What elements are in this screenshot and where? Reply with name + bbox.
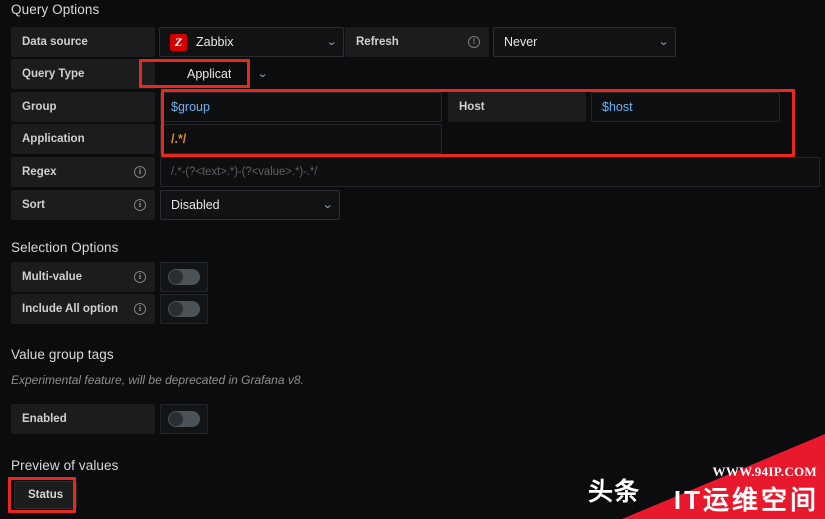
toggle-track	[168, 269, 200, 285]
label-multi-value: Multi-value	[11, 262, 155, 292]
info-icon-regex[interactable]	[134, 166, 146, 178]
multi-value-toggle[interactable]	[160, 262, 208, 292]
row-enabled: Enabled	[11, 404, 208, 434]
row-host: Host $host	[448, 92, 780, 122]
label-sort: Sort	[11, 190, 155, 220]
chevron-down-icon: ⌄	[325, 35, 338, 48]
host-input[interactable]: $host	[591, 92, 780, 122]
label-host: Host	[448, 92, 586, 122]
application-value: /.*/	[171, 132, 187, 146]
value-group-tags-heading: Value group tags	[11, 347, 114, 362]
label-refresh: Refresh	[345, 27, 489, 57]
row-regex: Regex /.*-(?<text>.*)-(?<value>.*)-.*/	[11, 157, 820, 187]
label-application: Application	[11, 124, 155, 154]
row-include-all: Include All option	[11, 294, 208, 324]
value-group-tags-note: Experimental feature, will be deprecated…	[11, 373, 304, 387]
refresh-select[interactable]: Never ⌄	[493, 27, 676, 57]
row-multi-value: Multi-value	[11, 262, 208, 292]
row-application: Application /.*/	[11, 124, 442, 154]
watermark-url: WWW.94IP.COM	[712, 464, 817, 479]
chevron-down-icon: ⌄	[321, 198, 334, 211]
application-input[interactable]: /.*/	[160, 124, 442, 154]
chevron-down-icon: ⌄	[657, 35, 670, 48]
watermark-brand: IT运维空间	[673, 485, 819, 515]
row-refresh: Refresh Never ⌄	[345, 27, 676, 57]
label-data-source: Data source	[11, 27, 155, 57]
sort-value: Disabled	[171, 198, 220, 212]
label-regex: Regex	[11, 157, 155, 187]
toggle-track	[168, 411, 200, 427]
zabbix-logo-icon: Z	[170, 33, 187, 51]
host-value: $host	[602, 100, 633, 114]
label-enabled: Enabled	[11, 404, 155, 434]
watermark-toutiao: 头条	[588, 478, 641, 506]
row-query-type: Query Type Applicat ⌄	[11, 59, 275, 89]
row-group: Group $group	[11, 92, 442, 122]
group-value: $group	[171, 100, 210, 114]
sort-select[interactable]: Disabled ⌄	[160, 190, 340, 220]
query-options-panel: Query Options Data source Z Zabbix ⌄ Ref…	[0, 0, 825, 519]
label-query-type: Query Type	[11, 59, 155, 89]
query-options-heading: Query Options	[11, 2, 100, 17]
query-type-select[interactable]: Applicat ⌄	[176, 59, 275, 89]
row-sort: Sort Disabled ⌄	[11, 190, 340, 220]
regex-input[interactable]: /.*-(?<text>.*)-(?<value>.*)-.*/	[160, 157, 820, 187]
enabled-toggle[interactable]	[160, 404, 208, 434]
info-icon-refresh[interactable]	[468, 36, 480, 48]
selection-options-heading: Selection Options	[11, 240, 119, 255]
info-icon-include-all[interactable]	[134, 303, 146, 315]
group-input[interactable]: $group	[160, 92, 442, 122]
data-source-select[interactable]: Z Zabbix ⌄	[159, 27, 344, 57]
preview-of-values-heading: Preview of values	[11, 458, 119, 473]
row-data-source: Data source Z Zabbix ⌄	[11, 27, 344, 57]
status-badge[interactable]: Status	[14, 481, 78, 509]
info-icon-multi-value[interactable]	[134, 271, 146, 283]
regex-placeholder: /.*-(?<text>.*)-(?<value>.*)-.*/	[171, 166, 318, 178]
chevron-down-icon: ⌄	[256, 67, 269, 80]
include-all-toggle[interactable]	[160, 294, 208, 324]
label-group: Group	[11, 92, 155, 122]
info-icon-sort[interactable]	[134, 199, 146, 211]
refresh-value: Never	[504, 35, 538, 49]
query-type-value: Applicat	[187, 67, 232, 81]
label-include-all: Include All option	[11, 294, 155, 324]
watermark: 头条 WWW.94IP.COM IT运维空间	[560, 420, 825, 519]
data-source-value: Zabbix	[196, 35, 234, 49]
toggle-track	[168, 301, 200, 317]
